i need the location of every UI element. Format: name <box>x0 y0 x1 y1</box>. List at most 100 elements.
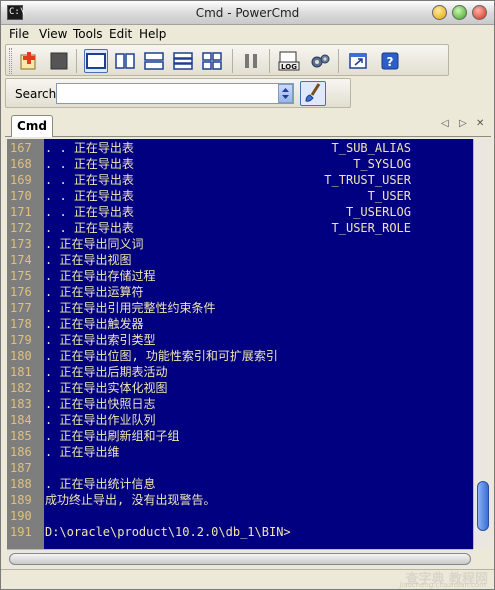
line-text: 成功终止导出, 没有出现警告。 <box>45 493 216 507</box>
clear-highlight-button[interactable] <box>300 81 326 106</box>
line-text: . 正在导出运算符 <box>45 285 144 299</box>
layout-grid-button[interactable] <box>200 49 224 73</box>
console-line: 191 D:\oracle\product\10.2.0\db_1\BIN> <box>7 524 473 540</box>
paint-brush-icon <box>305 83 321 102</box>
console-line: 187 <box>7 460 473 476</box>
console-line: 185 . 正在导出刷新组和子组 <box>7 428 473 444</box>
line-text: . 正在导出维 <box>45 445 120 459</box>
console-line: 171 . . 正在导出表 T_USERLOG <box>7 204 473 220</box>
console-line: 178 . 正在导出触发器 <box>7 316 473 332</box>
layout-grid-icon <box>202 52 222 70</box>
layout-three-rows-button[interactable] <box>171 49 195 73</box>
console-line: 182 . 正在导出实体化视图 <box>7 380 473 396</box>
menu-view[interactable]: View <box>39 27 67 41</box>
line-number: 186 <box>10 445 32 459</box>
tab-scroll-left-icon[interactable]: ◁ <box>441 118 449 129</box>
external-window-icon <box>349 53 367 69</box>
help-button[interactable]: ? <box>378 49 402 73</box>
line-text: . 正在导出索引类型 <box>45 333 156 347</box>
vertical-scrollbar[interactable] <box>473 139 491 549</box>
search-dropdown-button[interactable] <box>278 84 293 103</box>
line-number: 169 <box>10 173 32 187</box>
chevron-updown-icon <box>282 88 289 99</box>
line-number: 170 <box>10 189 32 203</box>
line-table-name: T_SYSLOG <box>353 157 411 171</box>
line-number: 172 <box>10 221 32 235</box>
toolbar-separator <box>269 49 270 73</box>
tab-cmd[interactable]: Cmd <box>11 115 53 137</box>
console-line: 167 . . 正在导出表 T_SUB_ALIAS <box>7 140 473 156</box>
line-number: 171 <box>10 205 32 219</box>
console-output[interactable]: 167 . . 正在导出表 T_SUB_ALIAS 168 . . 正在导出表 T_SYS… <box>7 139 473 549</box>
line-text: . . 正在导出表 <box>45 205 134 219</box>
layout-single-icon <box>86 53 106 69</box>
line-text: . 正在导出快照日志 <box>45 397 156 411</box>
new-console-button[interactable] <box>17 49 41 73</box>
layout-horizontal-split-icon <box>144 52 164 70</box>
line-number: 187 <box>10 461 32 475</box>
close-button[interactable] <box>472 5 487 20</box>
line-text: . . 正在导出表 <box>45 157 134 171</box>
line-table-name: T_SUB_ALIAS <box>331 141 411 155</box>
line-text: . 正在导出统计信息 <box>45 477 156 491</box>
line-number: 176 <box>10 285 32 299</box>
help-icon: ? <box>381 52 399 70</box>
line-number: 174 <box>10 253 32 267</box>
toolbar-grip[interactable] <box>9 48 12 74</box>
pause-button[interactable] <box>239 49 263 73</box>
menu-bar: File View Tools Edit Help <box>1 25 494 43</box>
line-text: . . 正在导出表 <box>45 221 134 235</box>
title-bar[interactable]: C:\ Cmd - PowerCmd <box>1 1 494 25</box>
layout-single-button[interactable] <box>84 49 108 73</box>
settings-gears-icon <box>311 54 330 68</box>
layout-horizontal-split-button[interactable] <box>142 49 166 73</box>
watermark-url: jiaocheng.chazidian.com <box>399 581 486 589</box>
console-line: 181 . 正在导出后期表活动 <box>7 364 473 380</box>
external-window-button[interactable] <box>346 49 370 73</box>
console-line: 177 . 正在导出引用完整性约束条件 <box>7 300 473 316</box>
toolbar-separator <box>232 49 233 73</box>
line-text: . 正在导出视图 <box>45 253 132 267</box>
line-text: . 正在导出存储过程 <box>45 269 156 283</box>
maximize-button[interactable] <box>452 5 467 20</box>
line-table-name: T_USER <box>367 189 411 203</box>
console-line: 189 成功终止导出, 没有出现警告。 <box>7 492 473 508</box>
horizontal-scrollbar[interactable] <box>7 549 473 567</box>
layout-vertical-split-icon <box>115 53 135 69</box>
search-toolbar: Search <box>5 78 351 108</box>
new-console-icon <box>20 52 36 70</box>
line-number: 181 <box>10 365 32 379</box>
search-input[interactable] <box>56 83 294 104</box>
menu-tools[interactable]: Tools <box>73 27 103 41</box>
log-button[interactable]: LOG <box>277 49 301 73</box>
toolbar-separator <box>76 49 77 73</box>
menu-help[interactable]: Help <box>139 27 166 41</box>
line-number: 179 <box>10 333 32 347</box>
svg-text:?: ? <box>387 55 394 69</box>
stop-button[interactable] <box>47 49 71 73</box>
line-number: 167 <box>10 141 32 155</box>
svg-text:LOG: LOG <box>281 63 297 71</box>
line-table-name: T_TRUST_USER <box>324 173 411 187</box>
console-line: 180 . 正在导出位图, 功能性索引和可扩展索引 <box>7 348 473 364</box>
menu-edit[interactable]: Edit <box>109 27 132 41</box>
console-line: 169 . . 正在导出表 T_TRUST_USER <box>7 172 473 188</box>
vertical-scroll-thumb[interactable] <box>477 481 489 531</box>
minimize-button[interactable] <box>432 5 447 20</box>
horizontal-scroll-thumb[interactable] <box>9 553 471 565</box>
menu-file[interactable]: File <box>9 27 29 41</box>
tab-close-icon[interactable]: ✕ <box>476 118 484 129</box>
layout-vertical-split-button[interactable] <box>113 49 137 73</box>
line-number: 184 <box>10 413 32 427</box>
line-text: . 正在导出触发器 <box>45 317 144 331</box>
stop-icon <box>50 52 68 70</box>
settings-button[interactable] <box>308 49 332 73</box>
layout-three-rows-icon <box>173 52 193 70</box>
tab-scroll-right-icon[interactable]: ▷ <box>459 118 467 129</box>
line-number: 191 <box>10 525 32 539</box>
pause-icon <box>245 54 257 68</box>
window-title: Cmd - PowerCmd <box>195 6 300 20</box>
status-bar: 查字典 教程网 jiaocheng.chazidian.com <box>1 569 494 589</box>
line-text: D:\oracle\product\10.2.0\db_1\BIN> <box>45 525 291 539</box>
app-window: C:\ Cmd - PowerCmd File View Tools Edit … <box>0 0 495 590</box>
